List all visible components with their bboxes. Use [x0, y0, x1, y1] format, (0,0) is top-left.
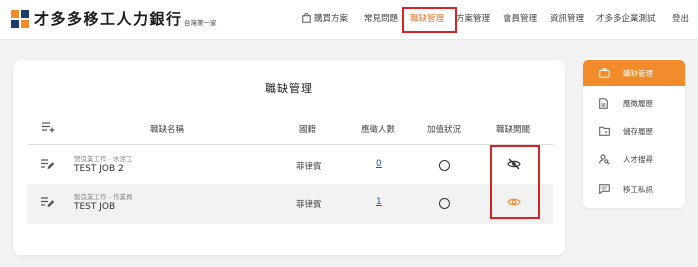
job-category: 製造業工作 - 作業員 — [74, 193, 133, 201]
sidebar-item-label: 人才搜尋 — [623, 155, 653, 164]
job-nationality: 菲律賓 — [296, 200, 322, 210]
briefcase-icon — [599, 68, 610, 78]
nav-member-management[interactable]: 會員管理 — [503, 12, 537, 24]
favorite-radio[interactable] — [439, 198, 450, 209]
chat-icon — [599, 184, 610, 194]
nav-info-management[interactable]: 資訊管理 — [550, 12, 584, 24]
sidebar-item-job-management[interactable]: 職缺管理 — [583, 60, 685, 86]
add-list-icon[interactable] — [42, 121, 56, 133]
table-header: 職缺名稱 國籍 應徵人數 加值狀況 職缺開關 — [28, 115, 553, 145]
job-nationality: 菲律賓 — [296, 162, 322, 172]
nav-plan-management[interactable]: 方案管理 — [456, 12, 490, 24]
column-header-job-name: 職缺名稱 — [150, 125, 185, 135]
nav-highlight-box — [402, 7, 457, 33]
job-name[interactable]: TEST JOB — [74, 202, 115, 212]
applicants-count-link[interactable]: 0 — [376, 159, 382, 169]
nav-buy-plan[interactable]: 購買方案 — [302, 12, 348, 24]
sidebar-item-worker-messages[interactable]: 移工私訊 — [583, 176, 685, 202]
visibility-highlight-box — [490, 145, 540, 219]
document-icon — [599, 98, 608, 109]
sidebar-menu: 職缺管理 應徵履歷 儲存履歷 人才搜尋 移工私訊 — [583, 58, 685, 208]
edit-list-icon[interactable] — [41, 196, 55, 208]
edit-list-icon[interactable] — [41, 158, 55, 170]
job-name[interactable]: TEST JOB 2 — [74, 164, 124, 174]
nav-logout[interactable]: 登出 — [672, 12, 689, 24]
applicants-count-link[interactable]: 1 — [376, 197, 382, 207]
job-management-card: 職缺管理 職缺名稱 國籍 應徵人數 加值狀況 職缺開關 營造業工作 - 水泥工 … — [13, 60, 565, 255]
sidebar-item-label: 儲存履歷 — [623, 127, 653, 136]
top-navbar: 才多多移工人力銀行 台灣第一家 購買方案 常見問題 職缺管理 方案管理 會員管理… — [0, 0, 698, 40]
sidebar-item-applications[interactable]: 應徵履歷 — [583, 90, 685, 116]
folder-icon — [599, 126, 610, 136]
column-header-nationality: 國籍 — [299, 125, 317, 135]
shopping-bag-icon — [302, 13, 311, 23]
column-header-applicants: 應徵人數 — [361, 125, 396, 135]
brand-name[interactable]: 才多多移工人力銀行 — [34, 8, 183, 29]
table-row: 營造業工作 - 水泥工 TEST JOB 2 菲律賓 0 — [28, 146, 553, 186]
favorite-radio[interactable] — [439, 160, 450, 171]
sidebar-item-saved-resumes[interactable]: 儲存履歷 — [583, 118, 685, 144]
sidebar-item-label: 應徵履歷 — [623, 99, 653, 108]
column-header-favorite: 加值狀況 — [427, 125, 462, 135]
sidebar-item-label: 職缺管理 — [623, 69, 653, 78]
page-title: 職缺管理 — [265, 82, 313, 95]
nav-buy-plan-label: 購買方案 — [314, 14, 349, 24]
job-category: 營造業工作 - 水泥工 — [74, 155, 133, 163]
brand-slogan: 台灣第一家 — [184, 19, 217, 27]
sidebar-item-talent-search[interactable]: 人才搜尋 — [583, 146, 685, 172]
logo-icon[interactable] — [10, 9, 30, 29]
sidebar-item-label: 移工私訊 — [623, 185, 653, 194]
table-row: 製造業工作 - 作業員 TEST JOB 菲律賓 1 — [28, 184, 553, 224]
column-header-visibility: 職缺開關 — [496, 125, 531, 135]
nav-faq[interactable]: 常見問題 — [364, 12, 398, 24]
nav-company-name[interactable]: 才多多企業測試 — [596, 12, 656, 24]
person-search-icon — [599, 154, 610, 165]
